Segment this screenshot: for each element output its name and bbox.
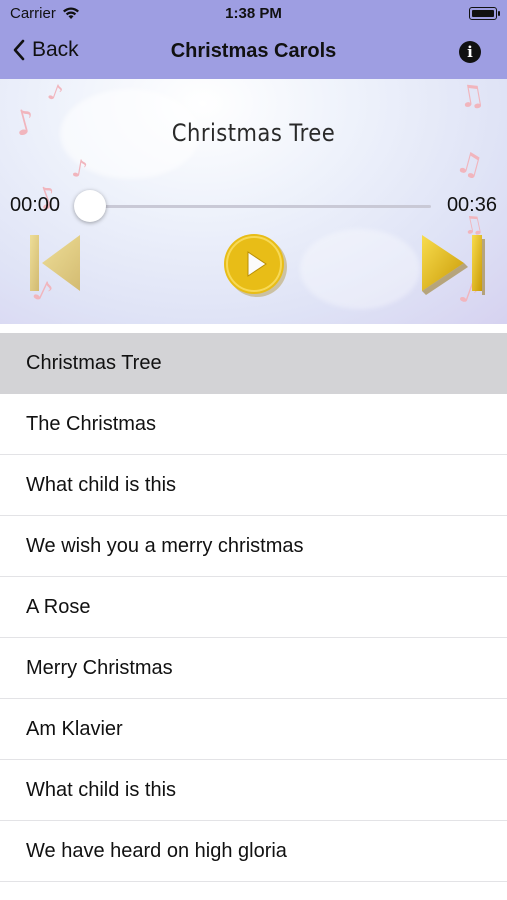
song-row[interactable]: We wish you a merry christmas [0, 516, 507, 577]
song-title: What child is this [26, 474, 177, 496]
skip-next-icon [422, 235, 485, 295]
status-time: 1:38 PM [225, 5, 282, 22]
background-glow [300, 229, 420, 309]
music-note-icon: ♪ [44, 79, 66, 108]
elapsed-time: 00:00 [10, 194, 61, 216]
battery-icon [469, 7, 500, 20]
next-track-button[interactable] [420, 231, 486, 295]
music-note-icon: ♪ [69, 153, 90, 185]
skip-previous-icon [30, 235, 80, 291]
song-row[interactable]: Am Klavier [0, 699, 507, 760]
song-title: A Rose [26, 596, 91, 618]
play-button[interactable] [222, 232, 288, 298]
song-title: Am Klavier [26, 718, 123, 740]
music-note-icon: ♫ [451, 144, 487, 185]
song-list: Christmas Tree The Christmas What child … [0, 333, 507, 882]
play-icon [224, 234, 287, 297]
info-icon[interactable]: i [459, 41, 481, 63]
progress-track[interactable] [90, 205, 431, 208]
song-row[interactable]: What child is this [0, 760, 507, 821]
song-row[interactable]: We have heard on high gloria [0, 821, 507, 882]
audio-player: ♪ ♪ ♪ ♪ ♪ ♫ ♫ ♫ ♪ Christmas Tree 00:00 0… [0, 79, 507, 324]
status-bar: Carrier 1:38 PM [0, 0, 507, 28]
page-title: Christmas Carols [170, 40, 337, 62]
song-title: We have heard on high gloria [26, 840, 287, 862]
song-title: Merry Christmas [26, 657, 173, 679]
now-playing-title: Christmas Tree [171, 119, 336, 147]
song-row[interactable]: Merry Christmas [0, 638, 507, 699]
song-title: What child is this [26, 779, 177, 801]
total-duration: 00:36 [446, 194, 497, 216]
song-row[interactable]: The Christmas [0, 394, 507, 455]
song-title: Christmas Tree [26, 352, 162, 374]
song-row[interactable]: Christmas Tree [0, 333, 507, 394]
previous-track-button[interactable] [28, 231, 84, 295]
song-row[interactable]: What child is this [0, 455, 507, 516]
music-note-icon: ♫ [455, 79, 488, 117]
top-bar: Carrier 1:38 PM Back Christmas Carols i [0, 0, 507, 79]
song-row[interactable]: A Rose [0, 577, 507, 638]
navigation-bar: Back Christmas Carols i [0, 30, 507, 76]
song-title: The Christmas [26, 413, 157, 435]
progress-slider-thumb[interactable] [74, 190, 106, 222]
song-title: We wish you a merry christmas [26, 535, 304, 557]
